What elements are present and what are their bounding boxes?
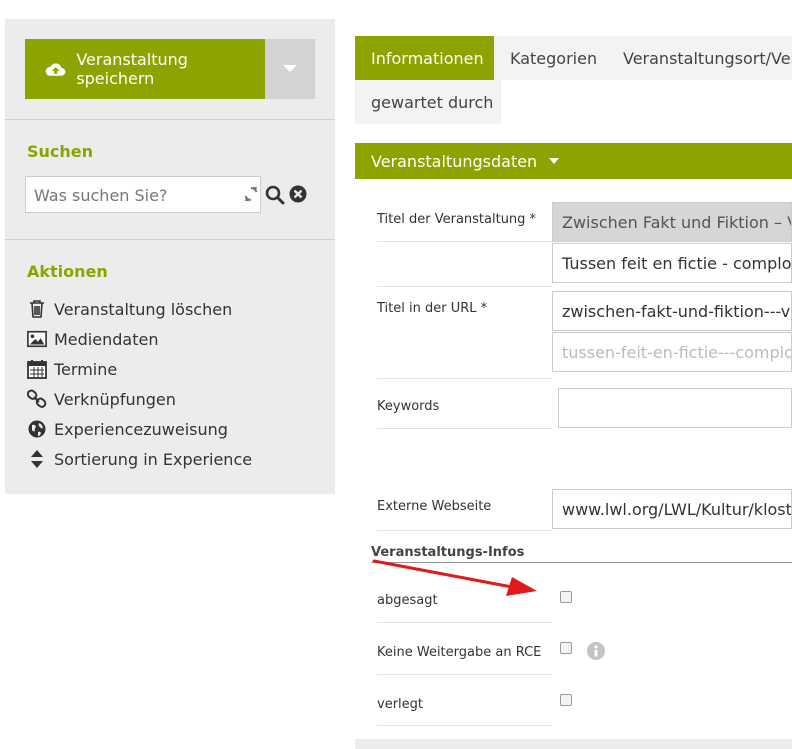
- action-links[interactable]: Verknüpfungen: [27, 387, 176, 411]
- search-field: [25, 176, 261, 214]
- row-separator: [377, 241, 552, 242]
- action-label: Veranstaltung löschen: [54, 299, 233, 319]
- search-input[interactable]: [26, 177, 241, 214]
- clear-search-icon[interactable]: [289, 185, 307, 203]
- tab-label: Veranstaltungsort/Vera: [623, 48, 792, 68]
- cloud-upload-icon: [45, 63, 66, 76]
- tab-label: Kategorien: [510, 48, 598, 68]
- red-arrow-annotation: [372, 559, 537, 596]
- tab-gewartet-durch[interactable]: gewartet durch: [355, 80, 501, 124]
- row-separator: [377, 725, 552, 726]
- keywords-label: Keywords: [377, 399, 440, 414]
- action-label: Verknüpfungen: [54, 389, 176, 409]
- action-experience-assignment[interactable]: Experiencezuweisung: [27, 417, 228, 441]
- row-separator: [377, 428, 552, 429]
- action-delete-event[interactable]: Veranstaltung löschen: [27, 297, 232, 321]
- search-icon[interactable]: [265, 185, 285, 205]
- info-icon[interactable]: [587, 642, 605, 660]
- save-dropdown-toggle[interactable]: [265, 39, 315, 99]
- section-header-event-data[interactable]: Veranstaltungsdaten: [355, 143, 792, 179]
- trash-icon: [27, 299, 47, 319]
- sidebar: Veranstaltung speichern Suchen Aktionen …: [5, 19, 335, 494]
- caret-down-icon: [283, 65, 297, 72]
- rce-checkbox[interactable]: [560, 642, 572, 654]
- tab-kategorien[interactable]: Kategorien: [494, 36, 607, 80]
- link-icon: [27, 389, 47, 409]
- save-button[interactable]: Veranstaltung speichern: [25, 39, 265, 99]
- section-title: Veranstaltungsdaten: [371, 151, 538, 171]
- tab-label: gewartet durch: [371, 92, 494, 112]
- image-icon: [27, 329, 47, 349]
- actions-title: Aktionen: [27, 262, 108, 281]
- save-button-group: Veranstaltung speichern: [25, 39, 315, 99]
- action-label: Experiencezuweisung: [54, 419, 228, 439]
- title-field-nl[interactable]: Tussen feit en fictie - complotth: [552, 243, 792, 283]
- row-separator: [377, 378, 552, 379]
- row-separator: [377, 674, 552, 675]
- website-field[interactable]: www.lwl.org/LWL/Kultur/kloste: [552, 489, 792, 529]
- url-field-nl[interactable]: tussen-feit-en-fictie---complotth: [552, 332, 792, 372]
- sort-icon: [27, 449, 47, 469]
- divider: [5, 119, 335, 120]
- verlegt-label: verlegt: [377, 697, 423, 712]
- row-separator: [377, 622, 552, 623]
- tab-label: Informationen: [371, 48, 484, 68]
- title-field-de[interactable]: Zwischen Fakt und Fiktion – Ver: [552, 202, 792, 242]
- action-dates[interactable]: Termine: [27, 357, 117, 381]
- row-separator: [377, 286, 552, 287]
- abgesagt-checkbox[interactable]: [560, 591, 572, 603]
- website-label: Externe Webseite: [377, 499, 492, 514]
- action-sort-in-experience[interactable]: Sortierung in Experience: [27, 447, 252, 471]
- tab-informationen[interactable]: Informationen: [355, 36, 494, 80]
- save-button-label: Veranstaltung speichern: [76, 50, 188, 88]
- verlegt-checkbox[interactable]: [560, 694, 572, 706]
- calendar-icon: [27, 359, 47, 379]
- action-label: Mediendaten: [54, 329, 159, 349]
- row-separator: [377, 530, 552, 531]
- refresh-icon[interactable]: [244, 186, 258, 202]
- keywords-field[interactable]: [558, 388, 792, 428]
- caret-down-icon: [549, 158, 560, 164]
- action-label: Termine: [54, 359, 118, 379]
- globe-icon: [27, 419, 47, 439]
- url-label: Titel in der URL *: [377, 301, 488, 316]
- rce-label: Keine Weitergabe an RCE: [377, 645, 542, 660]
- action-label: Sortierung in Experience: [54, 449, 253, 469]
- title-label: Titel der Veranstaltung *: [377, 212, 537, 227]
- search-title: Suchen: [27, 142, 94, 161]
- action-media-data[interactable]: Mediendaten: [27, 327, 158, 351]
- tab-veranstaltungsort[interactable]: Veranstaltungsort/Vera: [607, 36, 792, 80]
- bottom-bar: [355, 739, 792, 749]
- url-field-de[interactable]: zwischen-fakt-und-fiktion---vers: [552, 291, 792, 331]
- divider: [5, 239, 335, 240]
